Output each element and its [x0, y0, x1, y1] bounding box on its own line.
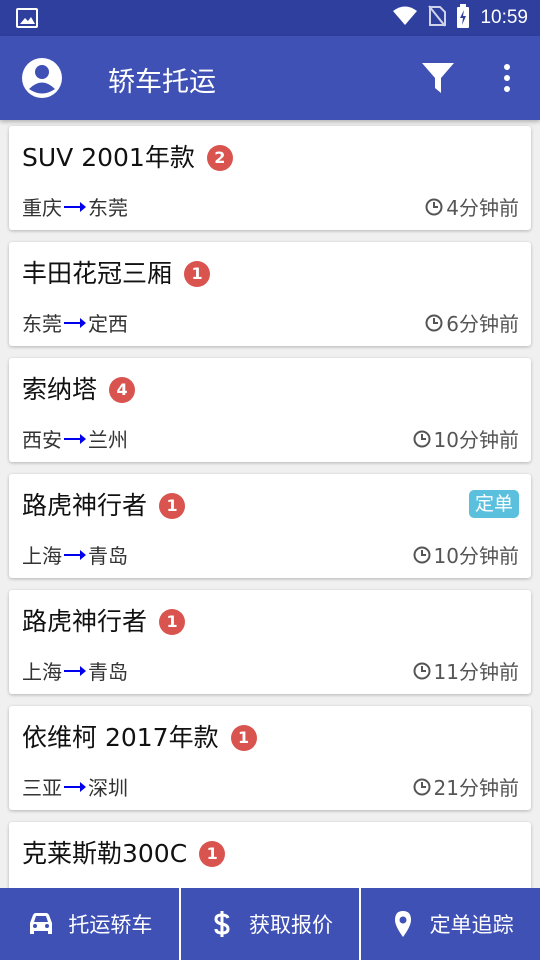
arrow-right-icon	[64, 433, 86, 444]
order-card[interactable]: 索纳塔 4 西安 兰州 10分钟前	[9, 358, 531, 462]
arrow-right-icon	[64, 201, 86, 212]
route-to: 深圳	[88, 776, 128, 800]
arrow-right-icon	[64, 665, 86, 676]
car-model: 丰田花冠三厢	[22, 259, 173, 288]
order-card[interactable]: 克莱斯勒300C 1	[9, 822, 531, 888]
route-to: 定西	[88, 312, 128, 336]
clock-icon	[413, 430, 431, 447]
count-badge: 1	[159, 493, 186, 519]
battery-charging-icon	[456, 4, 470, 32]
account-circle-icon[interactable]	[20, 56, 64, 100]
location-pin-icon	[394, 911, 411, 937]
count-badge: 1	[184, 261, 211, 287]
count-badge: 2	[206, 145, 233, 171]
route-to: 青岛	[88, 544, 128, 568]
order-card[interactable]: 路虎神行者 1 上海 青岛 11分钟前	[9, 590, 531, 694]
route-from: 东莞	[22, 312, 62, 336]
ship-car-button[interactable]: 托运轿车	[0, 888, 179, 960]
clock-icon	[413, 662, 431, 679]
status-bar: 10:59	[0, 0, 540, 36]
count-badge: 1	[159, 609, 186, 635]
route-from: 三亚	[22, 776, 62, 800]
order-tracking-button[interactable]: 定单追踪	[359, 888, 540, 960]
order-card[interactable]: 丰田花冠三厢 1 东莞 定西 6分钟前	[9, 242, 531, 346]
order-tracking-label: 定单追踪	[429, 913, 514, 937]
route-to: 青岛	[88, 660, 128, 684]
order-card[interactable]: 依维柯 2017年款 1 三亚 深圳 21分钟前	[9, 706, 531, 810]
car-icon	[30, 913, 53, 934]
posted-time: 10分钟前	[433, 544, 519, 568]
bottom-nav: 托运轿车 获取报价 定单追踪	[0, 888, 540, 960]
count-badge: 1	[199, 841, 226, 867]
no-sim-icon	[428, 5, 447, 31]
clock-icon	[425, 198, 443, 215]
more-vert-icon[interactable]	[494, 60, 520, 96]
clock-icon	[425, 314, 443, 331]
clock-icon	[413, 778, 431, 795]
count-badge: 1	[230, 725, 257, 751]
page-title: 轿车托运	[108, 67, 216, 98]
get-quote-label: 获取报价	[249, 913, 333, 937]
car-model: 依维柯 2017年款	[22, 723, 219, 752]
posted-time: 6分钟前	[446, 312, 519, 336]
posted-time: 4分钟前	[446, 196, 519, 220]
count-badge: 4	[109, 377, 136, 403]
route-to: 兰州	[88, 428, 128, 452]
arrow-right-icon	[64, 549, 86, 560]
filter-icon[interactable]	[420, 60, 456, 96]
order-card[interactable]: 路虎神行者 1 定单 上海 青岛 10分钟前	[9, 474, 531, 578]
status-time: 10:59	[480, 7, 528, 28]
route-from: 上海	[22, 660, 62, 684]
route-from: 重庆	[22, 196, 62, 220]
car-model: 路虎神行者	[22, 607, 148, 636]
image-icon	[16, 8, 38, 28]
route-to: 东莞	[88, 196, 128, 220]
arrow-right-icon	[64, 317, 86, 328]
wifi-icon	[392, 6, 418, 30]
dollar-icon	[214, 911, 230, 937]
route-from: 西安	[22, 428, 62, 452]
ship-car-label: 托运轿车	[68, 913, 153, 937]
order-list[interactable]: SUV 2001年款 2 重庆 东莞 4分钟前 丰田花冠三厢 1 东莞 定西 6分钟前 …	[0, 120, 540, 888]
order-card[interactable]: SUV 2001年款 2 重庆 东莞 4分钟前	[9, 126, 531, 230]
route-from: 上海	[22, 544, 62, 568]
app-bar: 轿车托运	[0, 36, 540, 120]
arrow-right-icon	[64, 781, 86, 792]
posted-time: 21分钟前	[433, 776, 519, 800]
posted-time: 10分钟前	[433, 428, 519, 452]
car-model: 克莱斯勒300C	[22, 839, 188, 868]
get-quote-button[interactable]: 获取报价	[178, 888, 360, 960]
order-status-tag: 定单	[468, 490, 519, 518]
car-model: SUV 2001年款	[22, 143, 195, 172]
car-model: 路虎神行者	[22, 491, 148, 520]
posted-time: 11分钟前	[433, 660, 519, 684]
car-model: 索纳塔	[22, 375, 98, 404]
clock-icon	[413, 546, 431, 563]
